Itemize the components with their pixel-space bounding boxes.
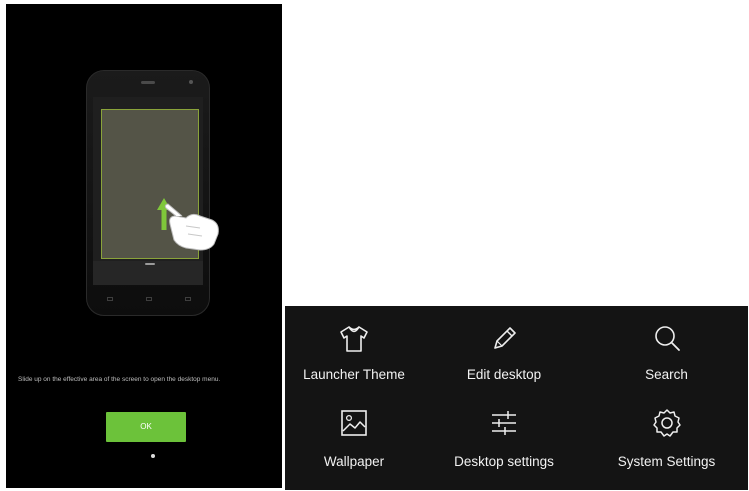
menu-item-wallpaper[interactable]: Wallpaper [285, 398, 423, 490]
phone-page-indicator [145, 263, 155, 265]
phone-speaker [141, 81, 155, 84]
ok-button[interactable]: OK [106, 412, 186, 442]
pencil-icon [484, 322, 524, 356]
page-indicator-dot [151, 454, 155, 458]
menu-item-system-settings[interactable]: System Settings [585, 398, 748, 490]
sliders-icon [484, 406, 524, 440]
gear-icon [647, 406, 687, 440]
menu-item-edit-desktop[interactable]: Edit desktop [423, 306, 585, 398]
menu-item-label: Launcher Theme [303, 367, 405, 382]
tshirt-icon [334, 322, 374, 356]
phone-home-key [146, 297, 152, 301]
gesture-tutorial-screen: Slide up on the effective area of the sc… [6, 4, 282, 488]
phone-nav-buttons [107, 295, 191, 303]
menu-item-launcher-theme[interactable]: Launcher Theme [285, 306, 423, 398]
tutorial-instruction-text: Slide up on the effective area of the sc… [18, 376, 221, 383]
search-icon [647, 322, 687, 356]
swipe-up-hand-icon [157, 198, 219, 251]
menu-item-desktop-settings[interactable]: Desktop settings [423, 398, 585, 490]
menu-item-label: System Settings [617, 454, 716, 469]
phone-illustration [86, 70, 210, 316]
menu-item-label: Edit desktop [466, 367, 542, 382]
desktop-menu-panel: Launcher Theme Edit desktop Search Wallp… [285, 306, 748, 490]
picture-icon [334, 406, 374, 440]
menu-item-label: Wallpaper [323, 454, 385, 469]
menu-item-label: Desktop settings [454, 454, 554, 469]
phone-camera [189, 80, 193, 84]
phone-back-key [107, 297, 113, 301]
phone-menu-key [185, 297, 191, 301]
menu-item-search[interactable]: Search [585, 306, 748, 398]
menu-item-label: Search [645, 367, 688, 382]
desktop-menu-grid: Launcher Theme Edit desktop Search Wallp… [285, 306, 748, 490]
phone-screen [93, 97, 203, 285]
